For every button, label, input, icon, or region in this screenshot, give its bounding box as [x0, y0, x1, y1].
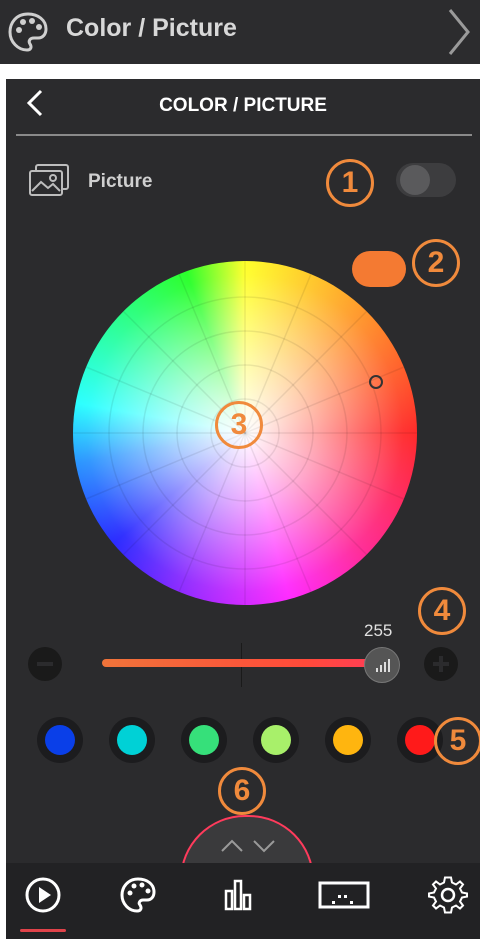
header-divider — [16, 134, 472, 136]
swatch-color — [117, 725, 147, 755]
swatch-light-green[interactable] — [253, 717, 299, 763]
play-icon[interactable] — [23, 875, 63, 915]
selected-color-pill[interactable] — [352, 251, 406, 287]
settings-icon[interactable] — [428, 875, 468, 915]
page-title: COLOR / PICTURE — [159, 95, 327, 116]
swatch-amber[interactable] — [325, 717, 371, 763]
signal-bars-icon — [376, 659, 390, 672]
phone-screen: COLOR / PICTURE Picture 1 2 3 4 255 5 6 — [6, 79, 480, 939]
toggle-knob — [400, 165, 430, 195]
callout-3: 3 — [215, 401, 263, 449]
callout-2: 2 — [412, 239, 460, 287]
color-picker-marker[interactable] — [369, 375, 383, 389]
brightness-slider-track[interactable] — [102, 659, 392, 667]
top-bar-title: Color / Picture — [66, 14, 237, 42]
image-icon — [29, 164, 69, 196]
swatch-color — [405, 725, 435, 755]
swatch-color — [333, 725, 363, 755]
callout-1: 1 — [326, 159, 374, 207]
top-bar[interactable]: Color / Picture — [0, 0, 480, 64]
callout-4: 4 — [418, 587, 466, 635]
palette-icon[interactable] — [118, 875, 158, 915]
swatch-cyan[interactable] — [109, 717, 155, 763]
equalizer-icon[interactable] — [218, 875, 258, 915]
brightness-decrease-button[interactable] — [28, 647, 62, 681]
brightness-value: 255 — [364, 621, 393, 640]
swatch-color — [261, 725, 291, 755]
brightness-increase-button[interactable] — [424, 647, 458, 681]
palette-icon — [8, 12, 48, 52]
active-tab-indicator — [20, 929, 66, 932]
bottom-navigation — [6, 863, 480, 939]
expand-collapse-icon — [221, 839, 275, 853]
swatch-blue[interactable] — [37, 717, 83, 763]
picture-label: Picture — [88, 171, 153, 192]
callout-6: 6 — [218, 767, 266, 815]
picture-toggle[interactable] — [396, 163, 456, 197]
scene-icon[interactable] — [316, 875, 372, 915]
brightness-slider-thumb[interactable] — [364, 647, 400, 683]
swatch-color — [189, 725, 219, 755]
chevron-right-icon[interactable] — [446, 6, 472, 58]
swatch-color — [45, 725, 75, 755]
swatch-green[interactable] — [181, 717, 227, 763]
callout-5: 5 — [434, 717, 480, 765]
